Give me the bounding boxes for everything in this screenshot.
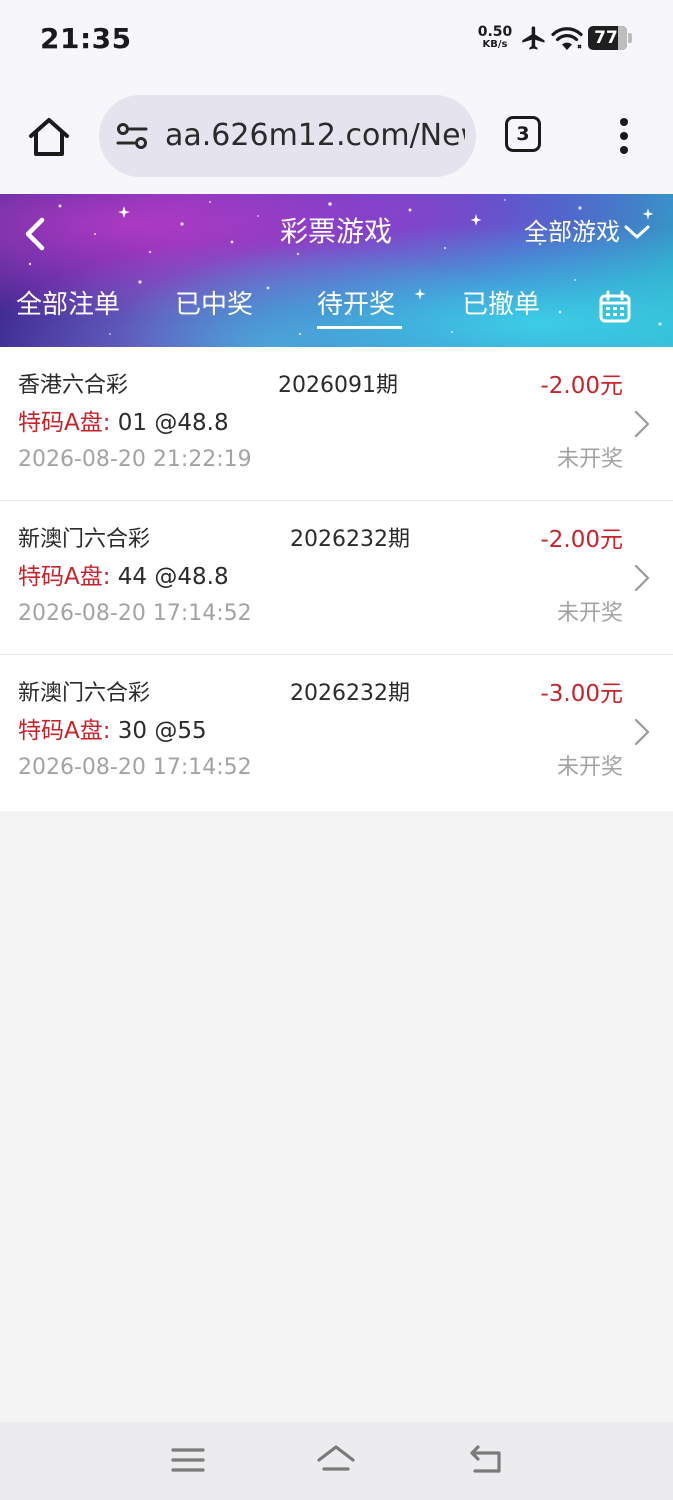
system-nav-bar <box>0 1422 673 1500</box>
network-speed: 0.50 KB/s <box>476 25 514 50</box>
calendar-icon[interactable] <box>598 290 632 324</box>
network-speed-value: 0.50 <box>477 24 513 40</box>
bet-type: 特码A盘: <box>18 410 111 436</box>
bet-status: 未开奖 <box>556 447 623 472</box>
bet-status: 未开奖 <box>556 601 623 626</box>
bet-list: 香港六合彩 2026091期 -2.00元 特码A盘: 01 @48.8 202… <box>0 347 673 811</box>
bet-amount: -2.00元 <box>540 527 623 553</box>
chevron-down-icon[interactable] <box>624 224 650 240</box>
bet-amount: -2.00元 <box>540 373 623 399</box>
back-arrow-icon[interactable] <box>18 214 54 254</box>
battery-indicator: 77 <box>588 26 632 50</box>
bet-period: 2026232期 <box>290 681 410 706</box>
bet-pick: 44 @48.8 <box>110 564 229 590</box>
bet-period: 2026091期 <box>278 373 398 398</box>
bet-time: 2026-08-20 17:14:52 <box>18 755 252 780</box>
tab-pending-draw[interactable]: 待开奖 <box>317 288 395 322</box>
bet-status: 未开奖 <box>556 755 623 780</box>
tab-all-bets[interactable]: 全部注单 <box>16 288 120 322</box>
page-title: 彩票游戏 <box>279 215 392 248</box>
active-tab-indicator <box>317 326 402 329</box>
bet-detail: 特码A盘: 44 @48.8 <box>18 561 229 593</box>
status-time: 21:35 <box>40 22 132 55</box>
tab-switcher-button[interactable]: 3 <box>505 116 541 152</box>
bet-game-name: 香港六合彩 <box>18 373 129 398</box>
bet-game-name: 新澳门六合彩 <box>18 527 151 552</box>
airplane-mode-icon <box>522 26 545 50</box>
bet-type: 特码A盘: <box>18 564 111 590</box>
game-filter-dropdown[interactable]: 全部游戏 <box>524 212 650 252</box>
bet-amount: -3.00元 <box>540 681 623 707</box>
url-text[interactable]: aa.626m12.com/New <box>165 117 465 155</box>
bet-time: 2026-08-20 21:22:19 <box>18 447 252 472</box>
address-bar[interactable]: aa.626m12.com/New <box>99 95 476 177</box>
network-speed-unit: KB/s <box>482 39 508 50</box>
wifi-icon <box>551 27 583 50</box>
bet-detail: 特码A盘: 30 @55 <box>18 715 207 747</box>
bet-status-tabs: 全部注单 已中奖 待开奖 已撤单 <box>0 270 673 347</box>
bet-detail: 特码A盘: 01 @48.8 <box>18 407 229 439</box>
tab-cancelled[interactable]: 已撤单 <box>462 288 540 322</box>
bet-game-name: 新澳门六合彩 <box>18 681 151 706</box>
home-icon[interactable] <box>24 112 74 162</box>
bet-type: 特码A盘: <box>18 718 111 744</box>
bet-period: 2026232期 <box>290 527 410 552</box>
chevron-right-icon[interactable] <box>632 717 652 747</box>
recent-apps-icon[interactable] <box>168 1442 208 1478</box>
game-filter-label[interactable]: 全部游戏 <box>524 212 620 252</box>
chevron-right-icon[interactable] <box>632 409 652 439</box>
bet-time: 2026-08-20 17:14:52 <box>18 601 252 626</box>
list-item[interactable]: 香港六合彩 2026091期 -2.00元 特码A盘: 01 @48.8 202… <box>0 347 673 501</box>
site-info-icon[interactable] <box>115 119 149 153</box>
chevron-right-icon[interactable] <box>632 563 652 593</box>
page-header: 彩票游戏 全部游戏 全部注单 已中奖 待开奖 已撤单 <box>0 194 673 347</box>
battery-level: 77 <box>594 28 618 48</box>
more-vert-icon[interactable] <box>612 116 636 156</box>
nav-back-icon[interactable] <box>465 1442 505 1478</box>
browser-toolbar: aa.626m12.com/New 3 <box>0 78 673 194</box>
list-item[interactable]: 新澳门六合彩 2026232期 -2.00元 特码A盘: 44 @48.8 20… <box>0 501 673 655</box>
bet-pick: 01 @48.8 <box>110 410 229 436</box>
nav-home-icon[interactable] <box>316 1442 356 1478</box>
bet-pick: 30 @55 <box>110 718 207 744</box>
status-bar: 21:35 0.50 KB/s 77 <box>0 0 673 78</box>
list-item[interactable]: 新澳门六合彩 2026232期 -3.00元 特码A盘: 30 @55 2026… <box>0 655 673 811</box>
tab-won[interactable]: 已中奖 <box>175 288 253 322</box>
